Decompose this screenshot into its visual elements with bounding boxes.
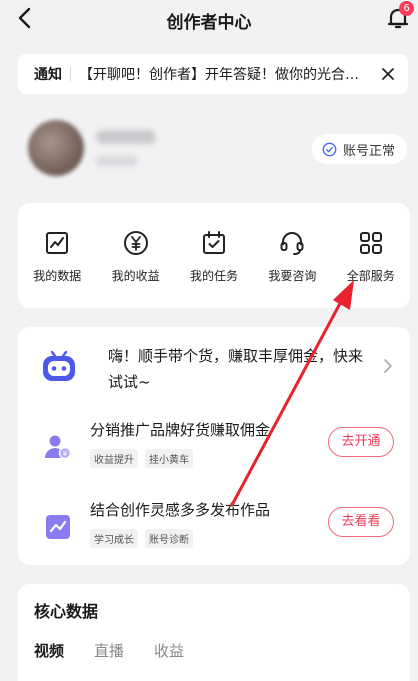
username-blurred [96,130,156,144]
service-grid: 我的数据 我的收益 我的任务 我要咨询 全部服务 [18,203,410,308]
service-consult[interactable]: 我要咨询 [253,229,331,308]
service-my-tasks[interactable]: 我的任务 [175,229,253,308]
robot-icon [43,350,75,381]
notice-divider [70,67,71,81]
notice-text[interactable]: 【开聊吧！创作者】开年答疑！做你的光合… [79,64,372,84]
promo-row-distribution: ¥ 分销推广品牌好货赚取佣金 收益提升 挂小黄车 去开通 [18,417,410,477]
service-my-income[interactable]: 我的收益 [96,229,174,308]
activate-button[interactable]: 去开通 [328,427,394,457]
tab-video[interactable]: 视频 [34,640,64,661]
tag: 账号诊断 [145,529,193,548]
headset-icon [280,232,304,255]
tag: 挂小黄车 [145,449,193,468]
avatar[interactable] [28,120,84,176]
tab-live[interactable]: 直播 [94,640,124,661]
chevron-right-icon[interactable] [382,359,394,373]
service-label: 我要咨询 [268,269,317,283]
grid-icon [359,232,382,254]
tab-income[interactable]: 收益 [154,640,184,661]
trend-icon [46,515,70,539]
promo-message[interactable]: 嗨！顺手带个货，赚取丰厚佣金，快来试试~ [108,343,370,395]
account-status-label: 账号正常 [343,143,396,159]
check-circle-icon [322,142,337,156]
user-coin-icon: ¥ [45,435,72,460]
notice-tag: 通知 [34,67,62,83]
core-data-title: 核心数据 [34,602,99,621]
page-title: 创作者中心 [166,13,252,33]
service-label: 全部服务 [346,269,395,283]
svg-text:¥: ¥ [63,450,68,458]
chart-icon [46,232,69,254]
service-label: 我的任务 [189,269,238,283]
core-data-card: 核心数据 视频 直播 收益 [18,584,410,681]
close-icon[interactable] [380,66,396,82]
row-tags: 收益提升 挂小黄车 [90,449,200,468]
service-all[interactable]: 全部服务 [332,229,410,308]
service-my-data[interactable]: 我的数据 [18,229,96,308]
account-status-badge[interactable]: 账号正常 [312,134,408,164]
row-title: 结合创作灵感多多发布作品 [90,501,271,519]
notification-badge: 6 [399,1,414,16]
notice-bar[interactable]: 通知 【开聊吧！创作者】开年答疑！做你的光合… [18,54,408,94]
promo-row-creation: 结合创作灵感多多发布作品 学习成长 账号诊断 去看看 [18,497,410,557]
row-tags: 学习成长 账号诊断 [90,529,200,548]
view-button[interactable]: 去看看 [328,507,394,537]
tag: 学习成长 [90,529,138,548]
yen-icon [123,231,148,255]
user-subtitle-blurred [96,156,138,166]
promo-card: 嗨！顺手带个货，赚取丰厚佣金，快来试试~ ¥ 分销推广品牌好货赚取佣金 收益提升… [18,327,410,565]
tag: 收益提升 [90,449,138,468]
service-label: 我的收益 [111,269,160,283]
core-data-tabs: 视频 直播 收益 [34,640,214,661]
service-label: 我的数据 [33,269,82,283]
task-icon [202,231,225,254]
row-title: 分销推广品牌好货赚取佣金 [90,421,271,439]
header: 创作者中心 6 [0,0,418,40]
